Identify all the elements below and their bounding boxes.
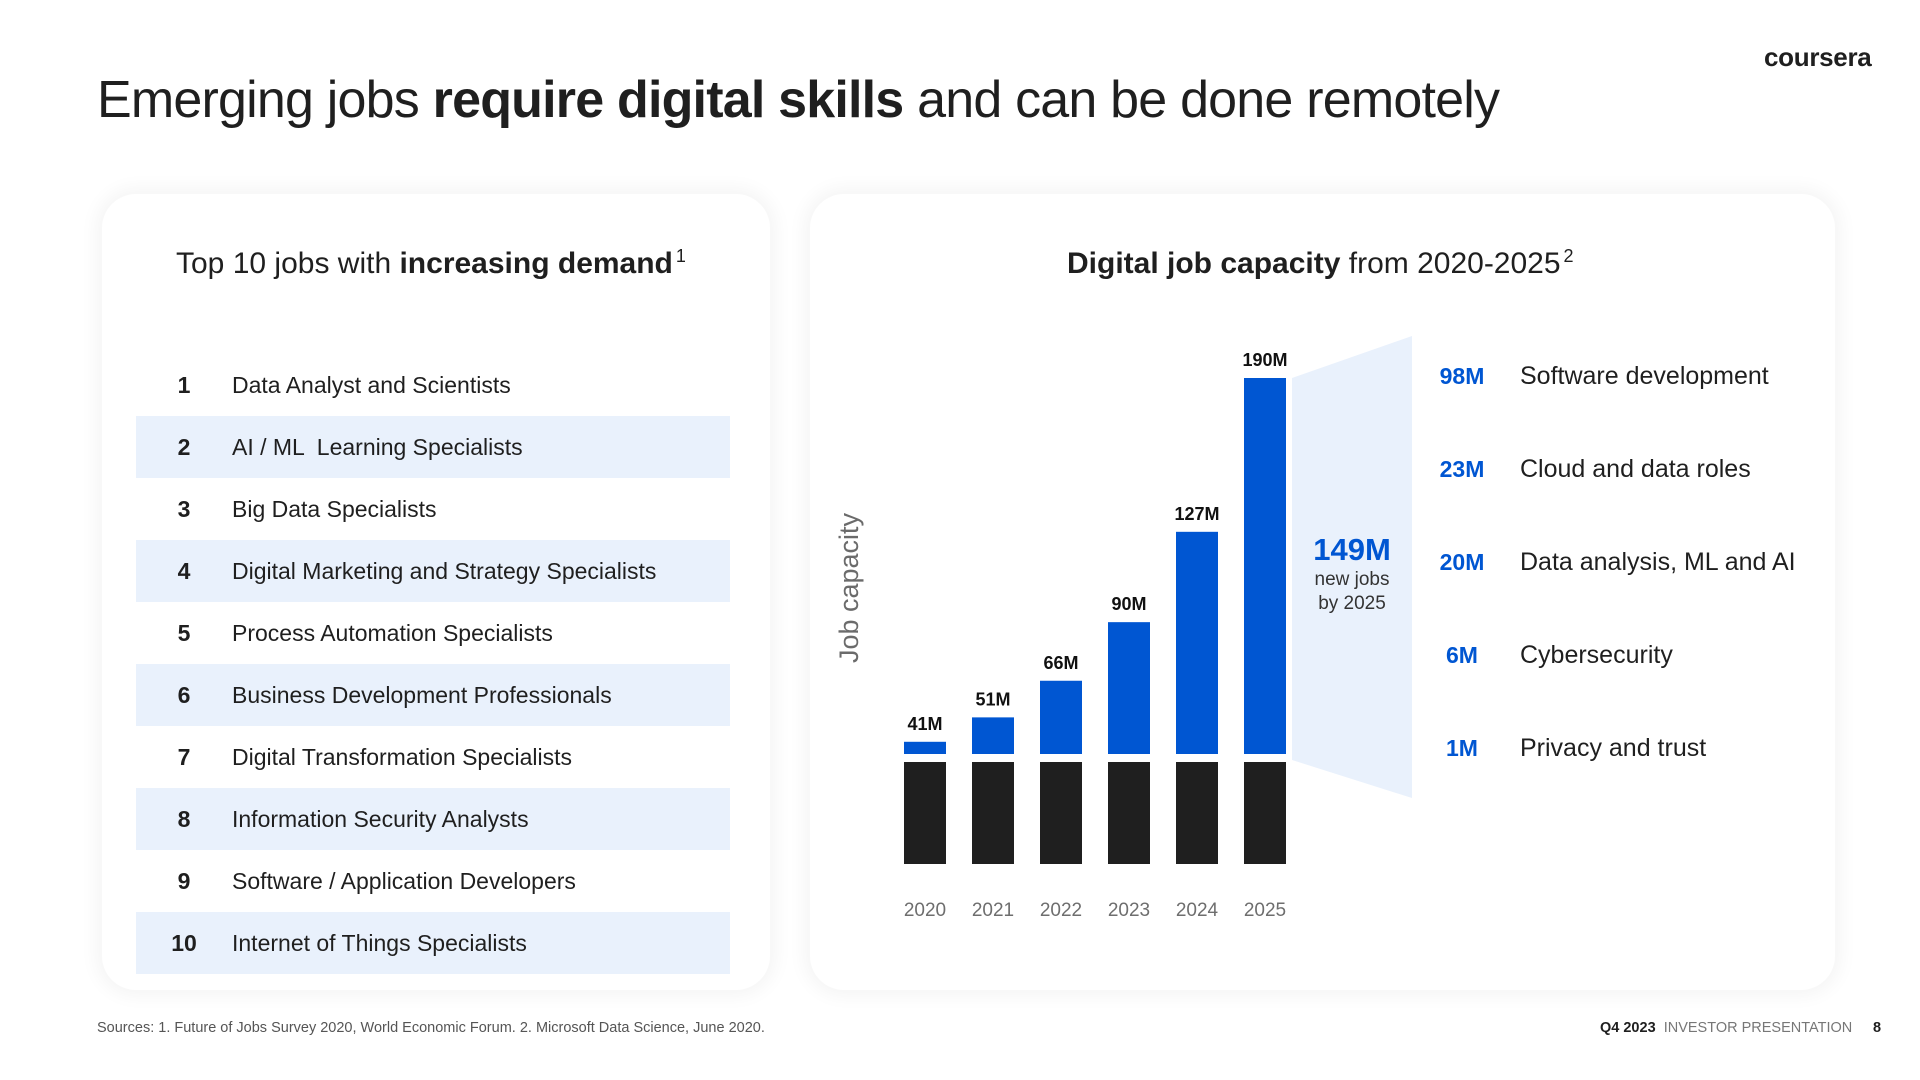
bar-2023 (1108, 622, 1150, 754)
breakdown-item: 6M Cybersecurity (1426, 641, 1673, 670)
bar-base-2022 (1040, 762, 1082, 864)
new-jobs-line1: new jobs (1314, 569, 1390, 590)
breakdown-label: Privacy and trust (1520, 734, 1707, 762)
new-jobs-value: 149M (1313, 532, 1391, 567)
bar-base-2024 (1176, 762, 1218, 864)
breakdown-item: 1M Privacy and trust (1426, 734, 1706, 763)
x-tick-label: 2020 (904, 900, 946, 921)
new-jobs-line2: by 2025 (1318, 593, 1386, 614)
new-jobs-callout: 149M new jobs by 2025 (1287, 532, 1417, 616)
presentation-name: INVESTOR PRESENTATION (1663, 1020, 1853, 1036)
bar-value-label: 66M (1043, 653, 1078, 673)
breakdown-item: 23M Cloud and data roles (1426, 455, 1751, 484)
bar-value-label: 190M (1242, 350, 1287, 370)
breakdown-label: Cybersecurity (1520, 641, 1673, 669)
bar-2025 (1244, 378, 1286, 754)
bar-labels-group: 41M 51M 66M 90M 127M 190M (907, 350, 1287, 734)
page-number: 8 (1873, 1020, 1882, 1036)
breakdown-value: 20M (1439, 549, 1485, 575)
bar-2020 (904, 741, 946, 754)
bar-base-2020 (904, 762, 946, 864)
sources-footnote: Sources: 1. Future of Jobs Survey 2020, … (97, 1020, 765, 1036)
x-tick-labels-group: 2020 2021 2022 2023 2024 2025 (904, 900, 1286, 921)
breakdown-value: 23M (1439, 456, 1485, 482)
bar-value-label: 51M (975, 689, 1010, 709)
presentation-label: Q4 2023 INVESTOR PRESENTATION (1600, 1020, 1852, 1036)
bar-2024 (1176, 531, 1218, 754)
x-tick-label: 2025 (1244, 900, 1286, 921)
x-tick-label: 2023 (1108, 900, 1150, 921)
bar-value-label: 41M (907, 714, 942, 734)
job-capacity-chart: Job capacity 41M51M66M90M127M190M 2020 20… (834, 336, 1412, 921)
bar-value-label: 90M (1111, 594, 1146, 614)
breakdown-label: Data analysis, ML and AI (1520, 548, 1796, 576)
breakdown-label: Cloud and data roles (1520, 455, 1751, 483)
bars-group (904, 378, 1286, 864)
breakdown-item: 20M Data analysis, ML and AI (1426, 548, 1796, 577)
breakdown-value: 98M (1439, 363, 1485, 389)
bar-base-2021 (972, 762, 1014, 864)
bar-value-label: 127M (1174, 504, 1219, 524)
bar-2022 (1040, 680, 1082, 754)
breakdown-item: 98M Software development (1426, 362, 1769, 391)
bar-2021 (972, 717, 1014, 754)
quarter-label: Q4 2023 (1600, 1020, 1656, 1036)
x-tick-label: 2024 (1176, 900, 1219, 921)
breakdown-value: 1M (1446, 735, 1478, 761)
breakdown-value: 6M (1446, 642, 1478, 668)
x-tick-label: 2021 (972, 900, 1014, 921)
y-axis-label: Job capacity (834, 512, 864, 663)
breakdown-label: Software development (1520, 362, 1769, 390)
bar-base-2025 (1244, 762, 1286, 864)
x-tick-label: 2022 (1040, 900, 1082, 921)
bar-base-2023 (1108, 762, 1150, 864)
